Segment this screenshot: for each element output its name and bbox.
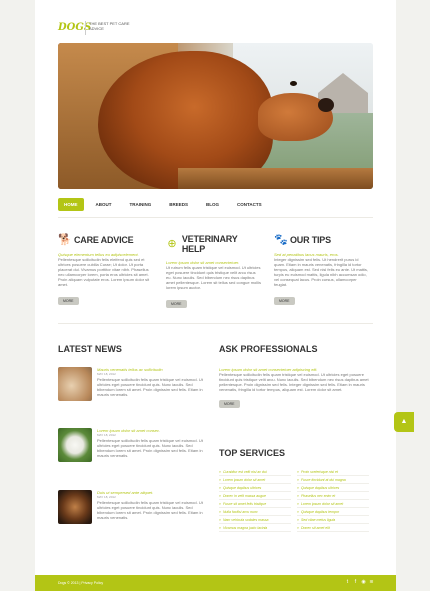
scroll-top-button[interactable]: ▲ xyxy=(394,412,414,432)
ask-professionals-title: ASK PROFESSIONALS xyxy=(219,344,318,354)
nav-item-training[interactable]: TRAINING xyxy=(124,198,158,211)
services-lists: Curabitur est velit nisl ac duiLorem ips… xyxy=(219,468,369,532)
feature-title: VETERINARY HELP xyxy=(181,234,238,254)
service-link[interactable]: Quisque dapibus ultrices xyxy=(219,484,291,492)
service-link[interactable]: Donec in velit massa augue xyxy=(219,492,291,500)
divider xyxy=(58,323,373,324)
logo[interactable]: DOGS xyxy=(58,22,91,33)
news-item: Mauris venenatis tellus ac sollicitudin … xyxy=(58,367,203,401)
feature-title: OUR TIPS xyxy=(290,235,331,245)
more-button[interactable]: MORE xyxy=(58,297,79,305)
feature-our-tips: 🐾 OUR TIPS Sed at penatibus lacus mauris… xyxy=(274,234,370,307)
news-item: Lorem ipsum dolor sit amet consec. MAY 1… xyxy=(58,428,203,462)
service-link[interactable]: Vivamus magna justo lacinia xyxy=(219,524,291,532)
feature-body: Integer dignissim sed felis. Ut hendreri… xyxy=(274,257,369,287)
service-link[interactable]: Fusce tincidunt at dui magna xyxy=(297,476,369,484)
news-thumbnail[interactable] xyxy=(58,490,92,524)
feature-veterinary-help: ⊕ VETERINARY HELP Lorem ipsum dolor sit … xyxy=(166,234,262,310)
feature-title: CARE ADVICE xyxy=(74,235,134,245)
divider xyxy=(58,217,373,218)
top-services-title: TOP SERVICES xyxy=(219,448,286,458)
feed-icon[interactable]: ≋ xyxy=(369,580,374,585)
services-list-left: Curabitur est velit nisl ac duiLorem ips… xyxy=(219,468,291,532)
more-button[interactable]: MORE xyxy=(274,297,295,305)
social-links: t f ◉ ≋ xyxy=(345,580,374,585)
service-link[interactable]: Donec sit amet elit xyxy=(297,524,369,532)
hero-window-sill xyxy=(178,168,373,189)
ask-professionals: Lorem ipsum dolor sit amet consectetuer … xyxy=(219,367,369,410)
news-thumbnail[interactable] xyxy=(58,428,92,462)
hero-slider[interactable] xyxy=(58,43,373,189)
footer: Dogs © 2013 | Privacy Policy t f ◉ ≋ xyxy=(35,575,396,591)
main-nav: HOME ABOUT TRAINING BREEDS BLOG CONTACTS xyxy=(58,198,268,211)
hero-dog-eye xyxy=(290,81,297,86)
dog-icon: 🐕 xyxy=(58,234,72,246)
nav-item-about[interactable]: ABOUT xyxy=(90,198,118,211)
facebook-icon[interactable]: f xyxy=(353,580,358,585)
twitter-icon[interactable]: t xyxy=(345,580,350,585)
services-list-right: Proin scelerisque nisl etFusce tincidunt… xyxy=(297,468,369,532)
rss-icon[interactable]: ◉ xyxy=(361,580,366,585)
service-link[interactable]: Fusce sit amet felis tristique xyxy=(219,500,291,508)
service-link[interactable]: Nam vehicula sodales massa xyxy=(219,516,291,524)
news-text: Pellentesque sollicitudin felis quam tri… xyxy=(97,377,203,397)
service-link[interactable]: Nulla facilisi arcu nunc xyxy=(219,508,291,516)
feature-care-advice: 🐕 CARE ADVICE Quisque elementum tellus e… xyxy=(58,234,154,307)
latest-news-title: LATEST NEWS xyxy=(58,344,122,354)
more-button[interactable]: MORE xyxy=(219,400,240,408)
service-link[interactable]: Phasellus nec enim et xyxy=(297,492,369,500)
page: DOGS THE BEST PET CARE ADVICE HOME ABOUT T… xyxy=(35,0,396,591)
nav-item-contacts[interactable]: CONTACTS xyxy=(231,198,268,211)
service-link[interactable]: Lorem ipsum dolor sit amet xyxy=(219,476,291,484)
news-thumbnail[interactable] xyxy=(58,367,92,401)
service-link[interactable]: Lorem ipsum dolor sit amet xyxy=(297,500,369,508)
service-link[interactable]: Sed vitae metus ligula xyxy=(297,516,369,524)
service-link[interactable]: Curabitur est velit nisl ac dui xyxy=(219,468,291,476)
ask-body: Pellentesque sollicitudin felis quam tri… xyxy=(219,372,369,392)
footer-copyright[interactable]: Dogs © 2013 | Privacy Policy xyxy=(58,579,103,587)
service-link[interactable]: Quisque dapibus ultrices xyxy=(297,484,369,492)
paw-icon: 🐾 xyxy=(274,234,288,246)
nav-item-blog[interactable]: BLOG xyxy=(200,198,225,211)
tagline: THE BEST PET CARE ADVICE xyxy=(89,21,130,31)
service-link[interactable]: Proin scelerisque nisl et xyxy=(297,468,369,476)
news-item: Duis ut sempersed ante aliquet. MAY 18, … xyxy=(58,490,203,524)
logo-divider xyxy=(85,21,86,35)
news-text: Pellentesque sollicitudin felis quam tri… xyxy=(97,500,203,520)
nav-item-home[interactable]: HOME xyxy=(58,198,84,211)
nav-item-breeds[interactable]: BREEDS xyxy=(163,198,194,211)
plus-circle-icon: ⊕ xyxy=(167,238,177,250)
more-button[interactable]: MORE xyxy=(166,300,187,308)
service-link[interactable]: Quisque dapibus tempor xyxy=(297,508,369,516)
hero-dog-nose xyxy=(318,98,334,112)
news-text: Pellentesque sollicitudin felis quam tri… xyxy=(97,438,203,458)
feature-body: Ut rutrum felis quam tristique vel euism… xyxy=(166,265,261,290)
feature-body: Pellentesque sollicitudin felis eleifend… xyxy=(58,257,150,287)
